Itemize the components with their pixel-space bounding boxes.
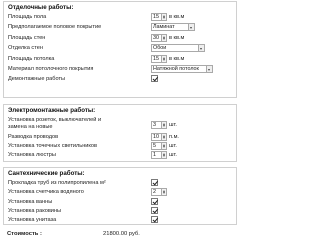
sockets-unit: шт. (169, 122, 177, 128)
ceiling-material-label: Материал потолочного покрытия (8, 66, 94, 72)
ceiling-area-unit: в кв.м (169, 56, 185, 62)
ceiling-area-row: Площадь потолка 15 в кв.м (8, 55, 234, 64)
electrical-title: Электромонтажные работы: (8, 107, 96, 114)
chandelier-row: Установка люстры 1 шт. (8, 151, 234, 160)
plumbing-panel: Сантехнические работы: Прокладка труб из… (3, 167, 237, 225)
sink-checkbox[interactable] (151, 207, 158, 214)
floor-area-unit: в кв.м (169, 14, 185, 20)
wall-finish-row: Отделка стен Обои (8, 44, 234, 53)
chandelier-input[interactable]: 1 (151, 151, 162, 159)
water-meter-input[interactable]: 2 (151, 188, 162, 196)
ceiling-area-input[interactable]: 15 (151, 55, 162, 63)
wall-area-spinner[interactable] (162, 34, 167, 42)
ceiling-area-spinner[interactable] (162, 55, 167, 63)
bath-label: Установка ванны (8, 199, 53, 205)
chandelier-unit: шт. (169, 152, 177, 158)
pipes-checkbox[interactable] (151, 179, 158, 186)
finishing-panel: Отделочные работы: Площадь пола 15 в кв.… (3, 1, 237, 98)
toilet-row: Установка унитаза (8, 216, 234, 225)
wall-finish-label: Отделка стен (8, 45, 43, 51)
water-meter-label: Установка счетчика водяного (8, 189, 84, 195)
dismantling-label: Демонтажные работы (8, 76, 66, 82)
wall-area-input[interactable]: 30 (151, 34, 162, 42)
sockets-label-line1: Установка розеток, выключателей и (8, 117, 102, 123)
ceiling-material-row: Материал потолочного покрытия Натяжной п… (8, 65, 234, 74)
floor-area-spinner[interactable] (162, 13, 167, 21)
toilet-checkbox[interactable] (151, 216, 158, 223)
wall-finish-select[interactable]: Обои (151, 44, 199, 52)
chevron-down-icon[interactable] (207, 65, 213, 73)
wiring-label: Разводка проводов (8, 134, 59, 140)
chevron-down-icon[interactable] (199, 44, 205, 52)
wiring-spinner[interactable] (162, 133, 167, 141)
total-label: Стоимость : (7, 231, 42, 237)
water-meter-row: Установка счетчика водяного 2 (8, 188, 234, 197)
sockets-row: Установка розеток, выключателей и замена… (8, 117, 234, 132)
floor-covering-row: Предполагаемое половое покрытие Ламинат (8, 23, 234, 32)
plumbing-title: Сантехнические работы: (8, 170, 85, 177)
floor-area-label: Площадь пола (8, 14, 47, 20)
spotlights-row: Установка точечных светильников 5 шт. (8, 142, 234, 151)
chandelier-label: Установка люстры (8, 152, 56, 158)
wall-area-unit: в кв.м (169, 35, 185, 41)
sink-row: Установка раковины (8, 207, 234, 216)
wall-area-row: Площадь стен 30 в кв.м (8, 34, 234, 43)
pipes-label: Прокладка труб из полипропилена м² (8, 180, 106, 186)
floor-area-input[interactable]: 15 (151, 13, 162, 21)
ceiling-material-select[interactable]: Натяжной потолок (151, 65, 207, 73)
toilet-label: Установка унитаза (8, 217, 57, 223)
total-value: 21800.00 руб. (103, 231, 140, 237)
chandelier-spinner[interactable] (162, 151, 167, 159)
water-meter-spinner[interactable] (162, 188, 167, 196)
sockets-label-line2: замена на новые (8, 124, 53, 130)
floor-covering-select[interactable]: Ламинат (151, 23, 189, 31)
sockets-spinner[interactable] (162, 121, 167, 129)
chevron-down-icon[interactable] (189, 23, 195, 31)
sockets-input[interactable]: 3 (151, 121, 162, 129)
spotlights-label: Установка точечных светильников (8, 143, 97, 149)
bath-checkbox[interactable] (151, 198, 158, 205)
dismantling-checkbox[interactable] (151, 75, 158, 82)
electrical-panel: Электромонтажные работы: Установка розет… (3, 104, 237, 162)
finishing-title: Отделочные работы: (8, 4, 74, 11)
floor-covering-label: Предполагаемое половое покрытие (8, 24, 102, 30)
ceiling-area-label: Площадь потолка (8, 56, 55, 62)
sink-label: Установка раковины (8, 208, 62, 214)
wiring-unit: п.м. (169, 134, 179, 140)
wiring-input[interactable]: 10 (151, 133, 162, 141)
floor-area-row: Площадь пола 15 в кв.м (8, 13, 234, 22)
pipes-row: Прокладка труб из полипропилена м² (8, 179, 234, 188)
dismantling-row: Демонтажные работы (8, 75, 234, 84)
wall-area-label: Площадь стен (8, 35, 46, 41)
spotlights-spinner[interactable] (162, 142, 167, 150)
spotlights-unit: шт. (169, 143, 177, 149)
wiring-row: Разводка проводов 10 п.м. (8, 133, 234, 142)
bath-row: Установка ванны (8, 198, 234, 207)
spotlights-input[interactable]: 5 (151, 142, 162, 150)
